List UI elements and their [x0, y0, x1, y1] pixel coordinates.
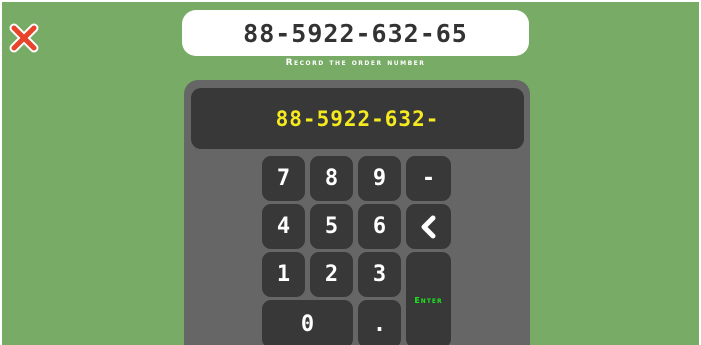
key-8[interactable]: 8 — [310, 156, 353, 201]
key-dash[interactable]: - — [406, 156, 451, 201]
entry-display-text: 88-5922-632- — [275, 106, 440, 131]
order-number-card: 88-5922-632-65 — [182, 10, 529, 56]
entry-display: 88-5922-632- — [191, 88, 524, 149]
key-2[interactable]: 2 — [310, 252, 353, 297]
key-dot[interactable]: . — [358, 300, 401, 345]
game-scene: 88-5922-632-65 Record the order number 8… — [2, 2, 699, 345]
order-number-target: 88-5922-632-65 — [243, 18, 468, 48]
keypad-panel: 88-5922-632- 7 8 9 - 4 5 6 1 2 3 Enter 0… — [184, 80, 530, 345]
key-1[interactable]: 1 — [262, 252, 305, 297]
chevron-left-icon — [421, 215, 435, 238]
key-3[interactable]: 3 — [358, 252, 401, 297]
key-5[interactable]: 5 — [310, 204, 353, 249]
close-button[interactable] — [8, 22, 40, 54]
key-6[interactable]: 6 — [358, 204, 401, 249]
key-4[interactable]: 4 — [262, 204, 305, 249]
close-x-icon — [9, 23, 39, 53]
backspace-button[interactable] — [406, 204, 451, 249]
instruction-label: Record the order number — [285, 58, 426, 68]
key-9[interactable]: 9 — [358, 156, 401, 201]
enter-button[interactable]: Enter — [406, 252, 451, 345]
key-0[interactable]: 0 — [262, 300, 353, 345]
key-7[interactable]: 7 — [262, 156, 305, 201]
